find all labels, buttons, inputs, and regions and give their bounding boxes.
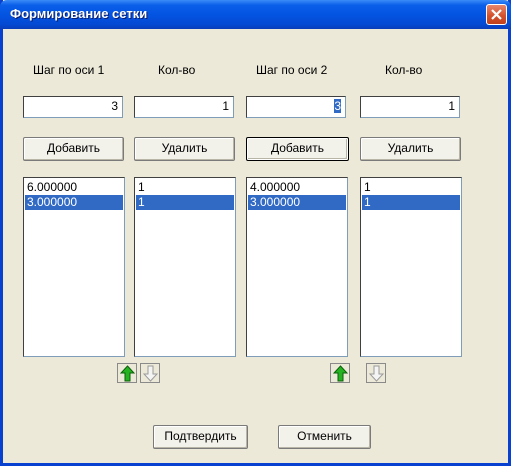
- list-item[interactable]: 1: [362, 180, 460, 195]
- axis1-move-up-button[interactable]: [117, 363, 137, 383]
- list-item[interactable]: 3.000000: [248, 195, 346, 210]
- list-item[interactable]: 1: [362, 195, 460, 210]
- axis1-steps-list[interactable]: 6.000000 3.000000: [23, 177, 125, 357]
- close-icon: [491, 9, 502, 20]
- list-item[interactable]: 3.000000: [25, 195, 123, 210]
- green-up-arrow-icon: [333, 365, 348, 382]
- axis1-remove-button[interactable]: Удалить: [134, 137, 235, 161]
- window-title: Формирование сетки: [10, 6, 148, 21]
- axis2-counts-list[interactable]: 11: [360, 177, 462, 357]
- axis1-count-input[interactable]: 1: [134, 96, 234, 118]
- axis2-move-up-button[interactable]: [330, 363, 350, 383]
- axis2-step-input[interactable]: 3: [246, 96, 346, 118]
- axis1-add-button[interactable]: Добавить: [23, 137, 124, 161]
- axis2-count-label: Кол-во: [385, 63, 423, 77]
- axis2-step-selected-text: 3: [334, 99, 341, 113]
- axis2-move-down-button[interactable]: [366, 363, 386, 383]
- confirm-button[interactable]: Подтвердить: [153, 425, 248, 449]
- axis2-add-button[interactable]: Добавить: [246, 137, 349, 161]
- list-item[interactable]: 1: [136, 180, 234, 195]
- axis1-count-label: Кол-во: [158, 63, 196, 77]
- green-up-arrow-icon: [120, 365, 135, 382]
- list-item[interactable]: 1: [136, 195, 234, 210]
- gray-down-arrow-icon: [369, 365, 384, 382]
- list-item[interactable]: 6.000000: [25, 180, 123, 195]
- title-bar: Формирование сетки: [0, 0, 511, 29]
- axis1-move-down-button[interactable]: [140, 363, 160, 383]
- grid-dialog: Формирование сетки Шаг по оси 1 Кол-во Ш…: [0, 0, 511, 466]
- axis2-steps-list[interactable]: 4.000000 3.000000: [246, 177, 348, 357]
- axis1-step-input[interactable]: 3: [23, 96, 123, 118]
- axis2-count-input[interactable]: 1: [360, 96, 460, 118]
- cancel-button[interactable]: Отменить: [278, 425, 371, 449]
- axis2-step-label: Шаг по оси 2: [256, 63, 328, 77]
- axis1-counts-list[interactable]: 11: [134, 177, 236, 357]
- gray-down-arrow-icon: [143, 365, 158, 382]
- close-button[interactable]: [486, 4, 507, 25]
- list-item[interactable]: 4.000000: [248, 180, 346, 195]
- axis1-step-label: Шаг по оси 1: [33, 63, 105, 77]
- axis2-remove-button[interactable]: Удалить: [360, 137, 461, 161]
